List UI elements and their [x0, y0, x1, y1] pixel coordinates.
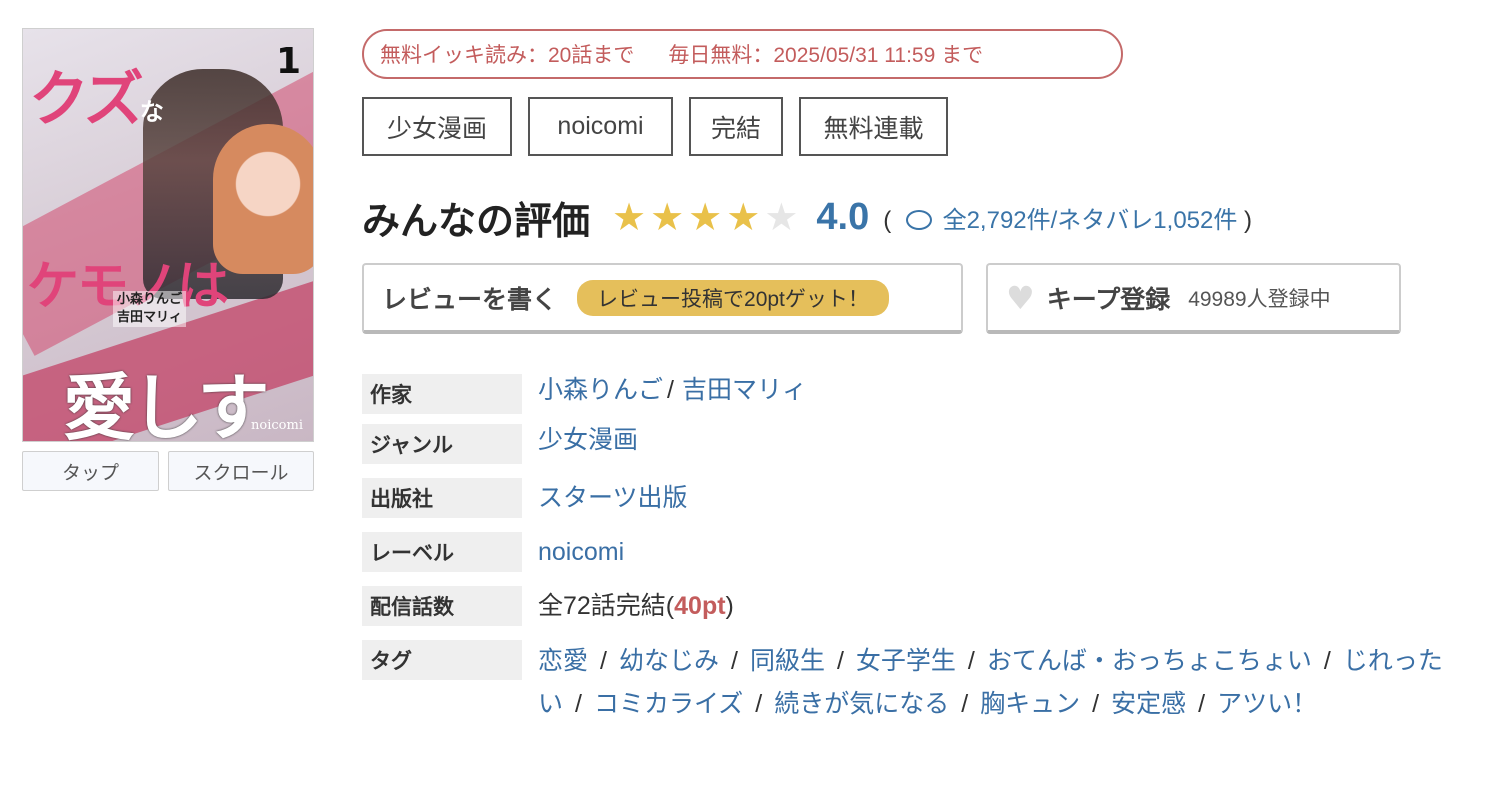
- detail-label: 配信話数: [362, 586, 522, 626]
- detail-value: 小森りんご / 吉田マリィ: [538, 376, 807, 404]
- heart-icon: ♥: [1006, 278, 1035, 317]
- tag-separator: /: [1092, 690, 1100, 718]
- star-icon: ★: [612, 195, 647, 239]
- keep-register-button[interactable]: ♥ キープ登録 49989人登録中: [986, 263, 1401, 334]
- tag-link[interactable]: アツい！: [1217, 690, 1317, 718]
- tag-separator: /: [600, 647, 607, 675]
- detail-row-author: 作家 小森りんご / 吉田マリィ: [362, 374, 1482, 414]
- detail-row-publisher: 出版社 スターツ出版: [362, 478, 1482, 518]
- tag-separator: /: [730, 647, 738, 675]
- cover-image[interactable]: クズな ケモノは 愛しすぎ 1 小森りんご 吉田マリィ noicomi: [22, 28, 314, 442]
- free-read-text: 無料イッキ読み：20話まで: [380, 44, 635, 67]
- episode-count: 全72話完結(40pt): [538, 592, 734, 620]
- detail-row-genre: ジャンル 少女漫画: [362, 424, 1482, 464]
- scroll-mode-button[interactable]: スクロール: [168, 451, 314, 491]
- tag-separator: /: [961, 690, 969, 718]
- daily-free-text: 毎日無料：2025/05/31 11:59 まで: [668, 44, 984, 67]
- author-link[interactable]: 吉田マリィ: [682, 376, 807, 404]
- detail-row-tags: タグ 恋愛 / 幼なじみ / 同級生 / 女子学生 / おてんば・おっちょこちょい / じれったい /…: [362, 640, 1482, 726]
- tag-separator: /: [575, 690, 582, 718]
- review-count-link[interactable]: ( 全2,792件/ネタバレ1,052件 ): [883, 200, 1252, 235]
- category-tag[interactable]: 少女漫画: [362, 97, 512, 156]
- tag-link[interactable]: 続きが気になる: [774, 690, 949, 718]
- imprint-link[interactable]: noicomi: [522, 532, 624, 572]
- write-review-button[interactable]: レビューを書く レビュー投稿で20ptゲット！: [362, 263, 963, 334]
- category-tag[interactable]: 完結: [689, 97, 783, 156]
- tag-list: 恋愛 / 幼なじみ / 同級生 / 女子学生 / おてんば・おっちょこちょい / じれったい / コミカ…: [522, 640, 1462, 726]
- detail-row-imprint: レーベル noicomi: [362, 532, 1482, 572]
- detail-row-episodes: 配信話数 全72話完結(40pt): [362, 586, 1482, 626]
- detail-label: レーベル: [362, 532, 522, 572]
- cover-title-line1: クズな: [29, 65, 164, 135]
- tag-separator: /: [1198, 690, 1206, 718]
- genre-link[interactable]: 少女漫画: [522, 424, 638, 464]
- category-tag[interactable]: noicomi: [528, 97, 673, 156]
- rating-row: みんなの評価 ★ ★ ★ ★ ★ 4.0 ( 全2,792件/ネタバレ1,052件 ): [362, 189, 1252, 245]
- author-link[interactable]: 小森りんご: [538, 376, 663, 404]
- episode-points: 40pt: [674, 592, 726, 620]
- comment-bubble-icon: [905, 209, 932, 230]
- tag-link[interactable]: おてんば・おっちょこちょい: [987, 647, 1312, 675]
- tag-link[interactable]: 安定感: [1111, 690, 1186, 718]
- cover-authors: 小森りんご 吉田マリィ: [113, 291, 187, 327]
- write-review-label: レビューを書く: [382, 285, 558, 314]
- cover-illustration-female: [213, 124, 313, 274]
- tag-link[interactable]: コミカライズ: [594, 690, 743, 718]
- tag-link[interactable]: 恋愛: [538, 647, 588, 675]
- detail-label: 出版社: [362, 478, 522, 518]
- free-reading-info-badge: 無料イッキ読み：20話まで 毎日無料：2025/05/31 11:59 まで: [362, 29, 1123, 79]
- detail-label: 作家: [362, 374, 522, 414]
- cover-publisher-logo: noicomi: [251, 418, 303, 433]
- tag-link[interactable]: 幼なじみ: [619, 647, 719, 675]
- tag-link[interactable]: 胸キュン: [980, 690, 1080, 718]
- tag-link[interactable]: 同級生: [750, 647, 825, 675]
- keep-register-label: キープ登録: [1046, 285, 1171, 314]
- cover-volume-number: 1: [275, 41, 301, 82]
- detail-label: タグ: [362, 640, 522, 680]
- star-icon: ★: [726, 195, 761, 239]
- rating-score: 4.0: [816, 195, 870, 238]
- rating-stars: ★ ★ ★ ★ ★: [612, 198, 802, 236]
- star-icon: ★: [764, 195, 799, 239]
- tag-separator: /: [836, 647, 844, 675]
- keep-count: 49989人登録中: [1188, 287, 1331, 311]
- tag-separator: /: [1323, 647, 1331, 675]
- tag-separator: /: [967, 647, 975, 675]
- review-promo-badge: レビュー投稿で20ptゲット！: [577, 279, 889, 316]
- detail-table: 作家 小森りんご / 吉田マリィ ジャンル 少女漫画 出版社 スターツ出版 レーベル…: [362, 374, 1482, 740]
- category-tag[interactable]: 無料連載: [799, 97, 948, 156]
- rating-title: みんなの評価: [362, 200, 591, 243]
- detail-label: ジャンル: [362, 424, 522, 464]
- publisher-link[interactable]: スターツ出版: [522, 478, 688, 518]
- star-icon: ★: [650, 195, 685, 239]
- tag-separator: /: [755, 690, 763, 718]
- star-icon: ★: [688, 195, 723, 239]
- tag-link[interactable]: 女子学生: [856, 647, 956, 675]
- category-tags: 少女漫画 noicomi 完結 無料連載: [362, 97, 964, 156]
- tap-mode-button[interactable]: タップ: [22, 451, 159, 491]
